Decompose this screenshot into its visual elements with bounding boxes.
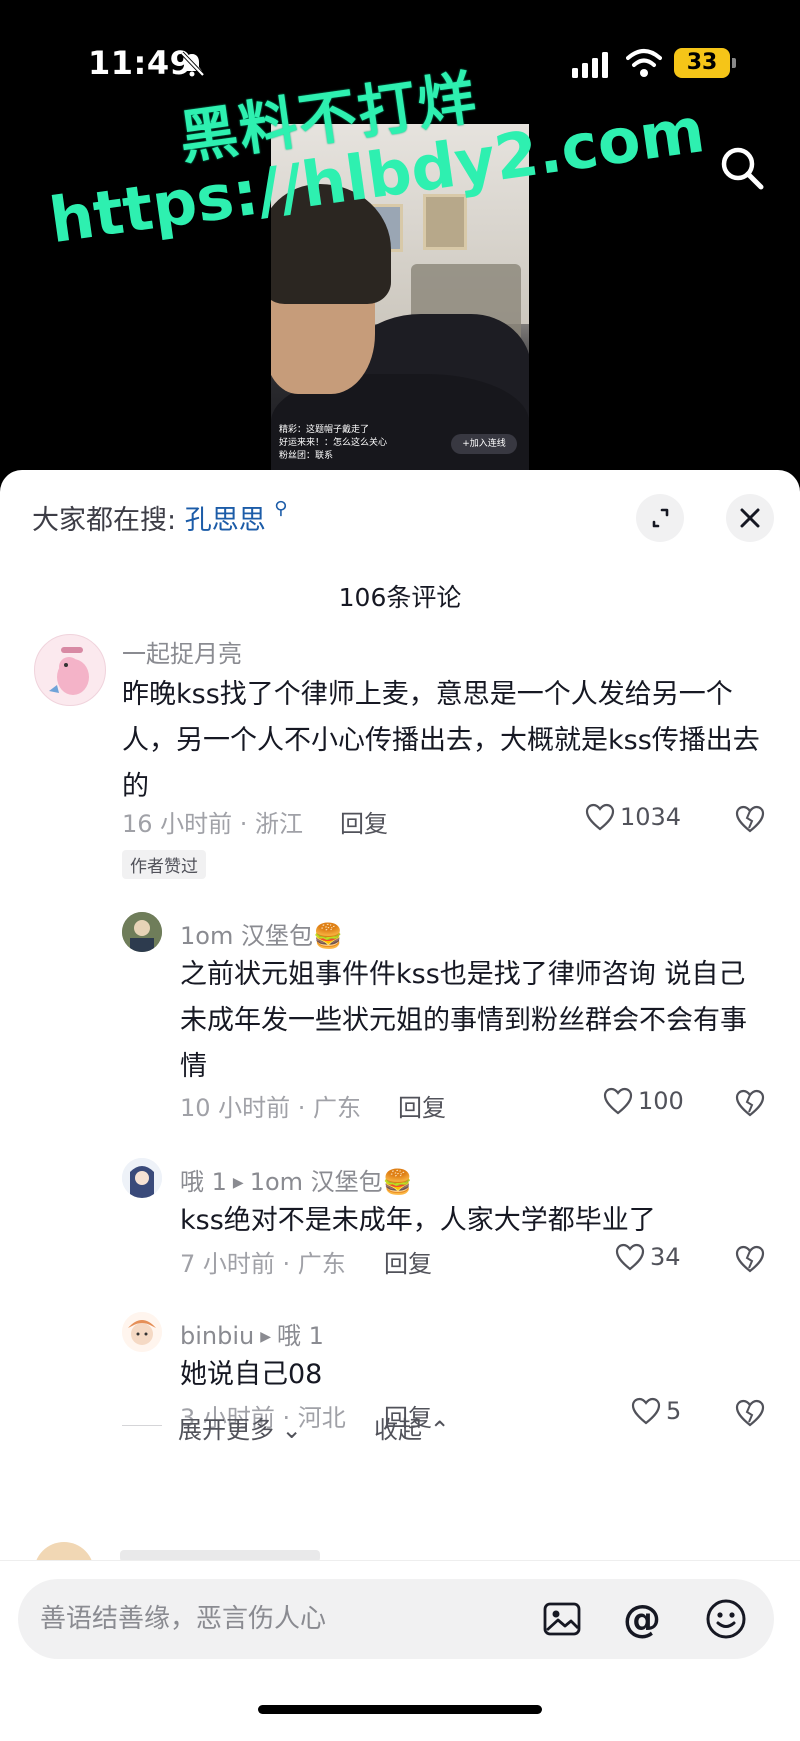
chevron-down-icon: ⌄ (274, 1416, 302, 1444)
reply-button[interactable]: 回复 (384, 1244, 432, 1279)
like-button[interactable]: 100 (602, 1086, 684, 1116)
comment-meta: 10 小时前 · 广东 (180, 1094, 362, 1122)
like-count: 1034 (620, 803, 682, 831)
cartoon-avatar-icon (122, 1312, 162, 1352)
search-icon[interactable] (716, 142, 768, 194)
broken-heart-icon[interactable] (734, 1244, 766, 1274)
reply-item: 哦 1 ▶ 1om 汉堡包🍔 kss绝对不是未成年，人家大学都毕业了 7 小时前 ·… (0, 1158, 800, 1278)
comment-input-bar: @ (0, 1560, 800, 1741)
image-icon[interactable] (542, 1599, 582, 1639)
comment-meta: 7 小时前 · 广东 (180, 1250, 346, 1278)
avatar[interactable] (122, 912, 162, 952)
comment-sheet: 大家都在搜: 孔思思 ⚲ 106条评论 一起捉月亮 昨晚kss找了个律师上麦，意… (0, 470, 800, 1741)
reply-author[interactable]: 哦 1 (180, 1168, 227, 1196)
comment-author: binbiu ▶ 哦 1 (180, 1316, 324, 1351)
comment-author[interactable]: 一起捉月亮 (122, 634, 242, 669)
reply-arrow-icon: ▶ (232, 1175, 244, 1191)
reply-arrow-icon: ▶ (260, 1329, 272, 1345)
like-button[interactable]: 34 (614, 1242, 681, 1272)
close-icon (740, 508, 760, 528)
search-small-icon: ⚲ (274, 498, 288, 519)
emoji-icon[interactable] (704, 1597, 748, 1641)
expand-more-label: 展开更多 (178, 1416, 274, 1444)
avatar[interactable] (34, 634, 106, 706)
comment-text: 她说自己08 (180, 1359, 323, 1390)
home-indicator[interactable] (258, 1705, 542, 1714)
hot-search-link[interactable]: 大家都在搜: 孔思思 ⚲ (32, 498, 287, 537)
avatar[interactable] (122, 1312, 162, 1352)
broken-heart-icon[interactable] (734, 1088, 766, 1118)
comment-text: 之前状元姐事件件kss也是找了律师咨询 说自己未成年发一些状元姐的事情到粉丝群会… (180, 959, 747, 1082)
photo-avatar-icon (122, 912, 162, 952)
heart-icon (585, 803, 615, 831)
reply-author[interactable]: binbiu (180, 1322, 254, 1350)
close-sheet-button[interactable] (726, 494, 774, 542)
reply-target[interactable]: 1om 汉堡包🍔 (250, 1168, 413, 1196)
expand-sheet-button[interactable] (636, 494, 684, 542)
like-button[interactable]: 1034 (584, 802, 681, 832)
author-liked-badge: 作者赞过 (122, 850, 206, 879)
at-mention-icon[interactable]: @ (620, 1597, 664, 1641)
comment-author[interactable]: 1om 汉堡包🍔 (180, 916, 343, 951)
comment-count: 106条评论 (338, 583, 462, 612)
divider (122, 1425, 162, 1426)
reply-button[interactable]: 回复 (398, 1088, 446, 1123)
video-area[interactable]: 11:49 33 精彩：这题帽子戴走了 好运来来！：怎么这么关心 粉丝团：联系 … (0, 0, 800, 490)
join-connection-button[interactable]: +加入连线 (451, 434, 517, 454)
heart-icon (603, 1087, 633, 1115)
reply-item: 1om 汉堡包🍔 之前状元姐事件件kss也是找了律师咨询 说自己未成年发一些状元… (0, 912, 800, 1122)
like-count: 34 (650, 1243, 681, 1271)
dino-avatar-icon (49, 647, 89, 695)
expand-icon (652, 508, 669, 528)
comment-meta: 16 小时前 · 浙江 (122, 810, 304, 838)
chevron-up-icon: ⌃ (422, 1416, 450, 1444)
reply-expand-row: 展开更多 ⌄ 收起 ⌃ (0, 1406, 800, 1446)
collapse-label: 收起 (374, 1416, 422, 1444)
comment-author: 哦 1 ▶ 1om 汉堡包🍔 (180, 1162, 413, 1197)
battery-indicator: 33 (674, 48, 736, 78)
expand-more-button[interactable]: 展开更多 ⌄ (178, 1410, 302, 1445)
comment-text: kss绝对不是未成年，人家大学都毕业了 (180, 1205, 656, 1236)
like-count: 100 (638, 1087, 684, 1115)
hot-search-keyword[interactable]: 孔思思 (185, 505, 266, 536)
comment-input-box[interactable]: @ (18, 1579, 774, 1659)
comment-item: 一起捉月亮 昨晚kss找了个律师上麦，意思是一个人发给另一个人，另一个人不小心传… (0, 634, 800, 884)
comment-text: 昨晚kss找了个律师上麦，意思是一个人发给另一个人，另一个人不小心传播出去，大概… (122, 679, 760, 802)
anime-avatar-icon (122, 1158, 162, 1198)
reply-button[interactable]: 回复 (340, 804, 388, 839)
heart-icon (615, 1243, 645, 1271)
reply-target[interactable]: 哦 1 (277, 1322, 324, 1350)
collapse-button[interactable]: 收起 ⌃ (374, 1410, 450, 1445)
comment-input[interactable] (40, 1597, 510, 1641)
hot-search-label: 大家都在搜: (32, 505, 177, 536)
broken-heart-icon[interactable] (734, 804, 766, 834)
avatar[interactable] (122, 1158, 162, 1198)
